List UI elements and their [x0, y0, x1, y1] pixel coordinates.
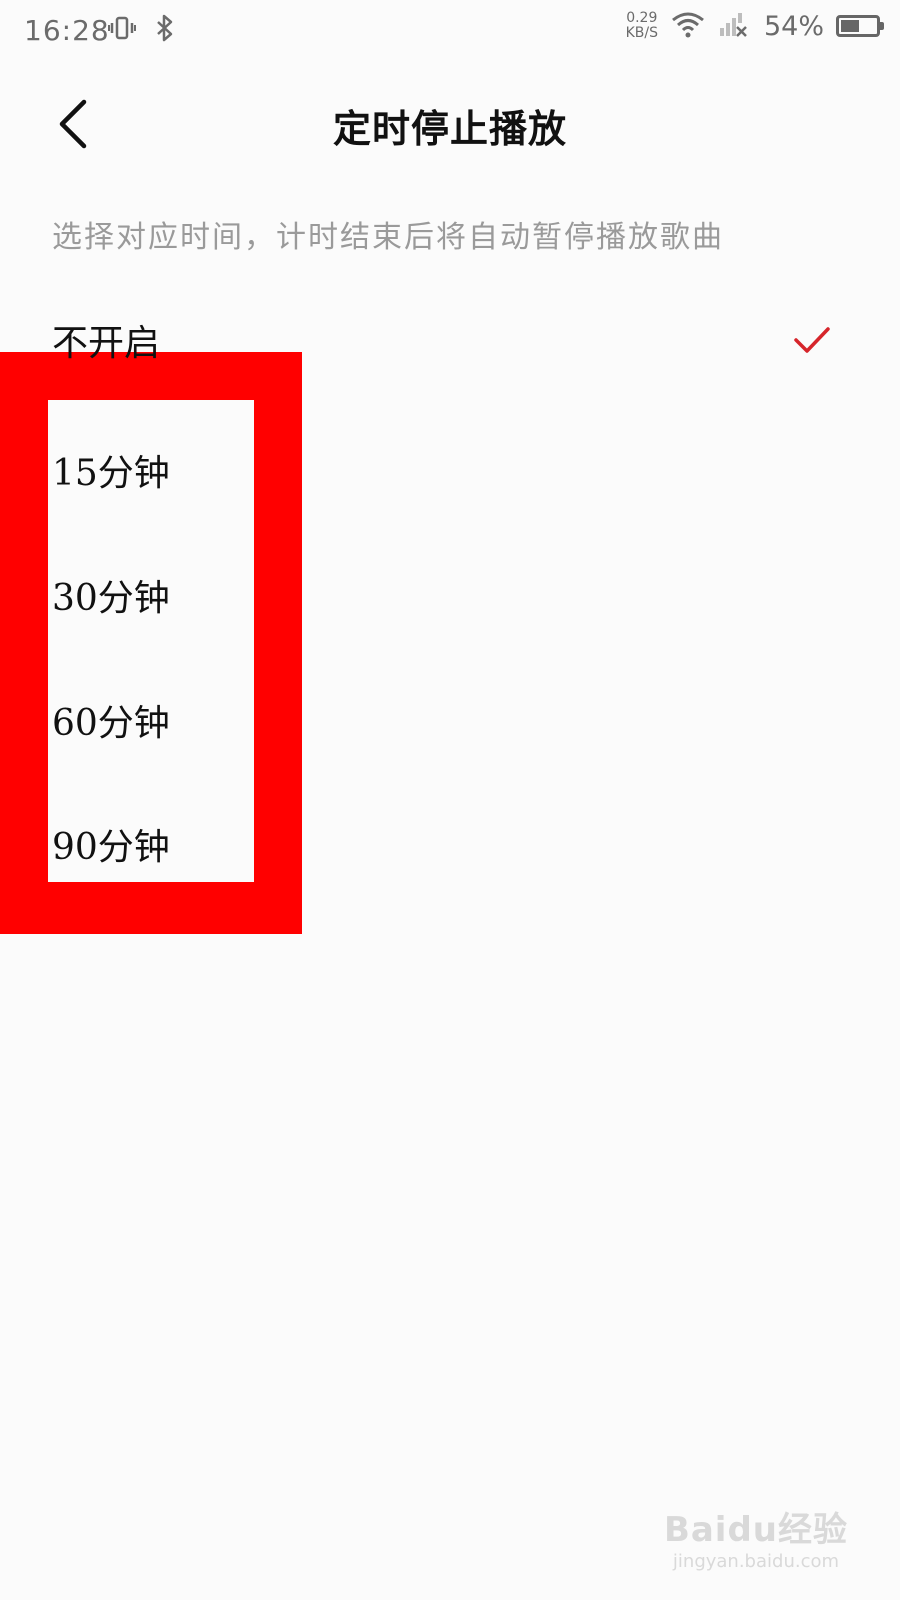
- wifi-icon: [670, 10, 706, 42]
- bluetooth-icon: [154, 14, 176, 46]
- battery-icon: [836, 15, 884, 37]
- option-label: 15分钟: [52, 453, 170, 494]
- description-text: 选择对应时间，计时结束后将自动暂停播放歌曲: [52, 220, 724, 255]
- option-30-minutes[interactable]: 30分钟: [52, 555, 852, 635]
- header: 定时停止播放: [0, 80, 900, 170]
- network-speed-value: 0.29: [626, 10, 658, 26]
- vibrate-icon: [108, 14, 136, 46]
- timer-stop-playback-screen: 16:28 0.29 KB/S 54% 定时停止播放 选择对应时间，计时结束后将…: [0, 0, 900, 1600]
- option-15-minutes[interactable]: 15分钟: [52, 430, 852, 510]
- option-60-minutes[interactable]: 60分钟: [52, 680, 852, 760]
- status-left-icons: [108, 14, 176, 46]
- option-label: 60分钟: [52, 703, 170, 744]
- option-label: 不开启: [52, 323, 161, 364]
- cellular-signal-icon: [718, 10, 748, 42]
- check-icon: [792, 324, 832, 356]
- status-bar: 16:28 0.29 KB/S 54%: [0, 0, 900, 64]
- option-label: 90分钟: [52, 827, 170, 868]
- status-right-group: 0.29 KB/S 54%: [626, 10, 884, 42]
- network-speed: 0.29 KB/S: [626, 11, 658, 41]
- battery-percent: 54%: [763, 10, 824, 42]
- watermark-logo: Baidu经验: [663, 1510, 848, 1550]
- option-label: 30分钟: [52, 578, 170, 619]
- status-time: 16:28: [24, 14, 110, 47]
- baidu-jingyan-watermark: Baidu经验 jingyan.baidu.com: [664, 1502, 848, 1572]
- network-speed-unit: KB/S: [625, 25, 658, 41]
- page-title: 定时停止播放: [332, 106, 567, 151]
- option-90-minutes[interactable]: 90分钟: [52, 804, 852, 884]
- option-off[interactable]: 不开启: [52, 300, 852, 380]
- watermark-url: jingyan.baidu.com: [672, 1551, 840, 1572]
- battery-level-fill: [841, 20, 859, 32]
